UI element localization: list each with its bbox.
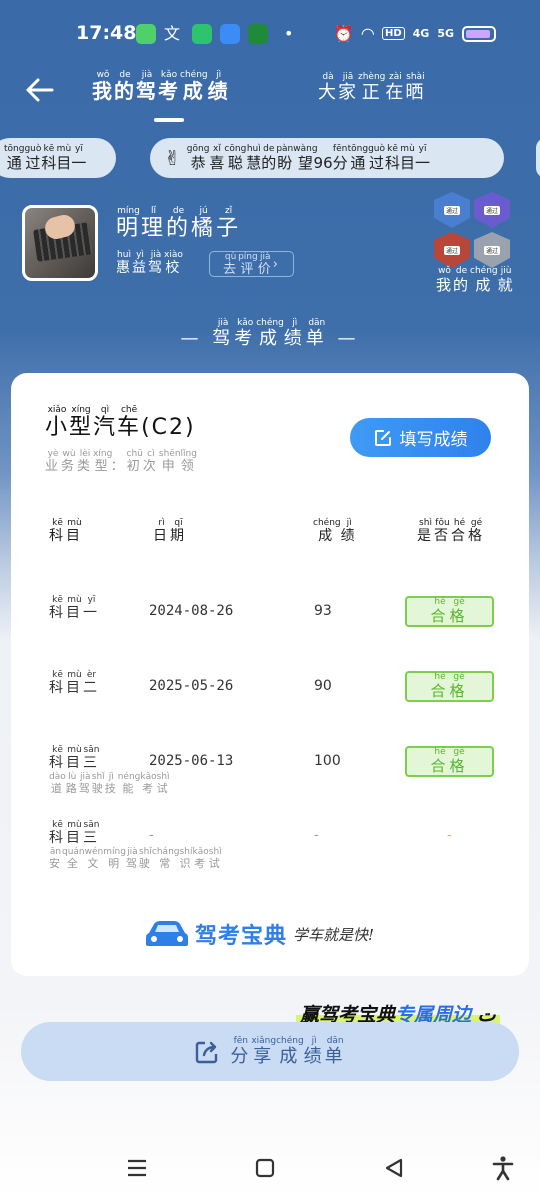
score-card: 小xiǎo型xíng汽qì车chē(C2) 业yè务wù类lèi型xíng：初c… xyxy=(11,373,529,976)
pass-badge: 合hé 格gé xyxy=(405,746,494,777)
pass-badge: 合hé 格gé xyxy=(405,596,494,627)
status-right: ⏰ ◠ HD 4G 5G xyxy=(334,24,496,43)
app-icon xyxy=(136,24,156,44)
back-icon[interactable] xyxy=(380,1154,408,1182)
row-score: 90 xyxy=(314,678,332,694)
signal-4g: 4G xyxy=(412,27,430,40)
fill-score-label: 填写成绩 xyxy=(399,430,468,450)
avatar[interactable] xyxy=(22,205,98,281)
fill-score-button[interactable]: 填写成绩 xyxy=(350,418,491,457)
row-subject: 科kē目mù二èr xyxy=(49,670,100,696)
app-icon xyxy=(220,24,240,44)
marquee-item: 通tōng 过guò 科kē 目mù 一yī xyxy=(0,138,116,178)
wifi-icon: ◠ xyxy=(361,24,374,43)
home-icon[interactable] xyxy=(251,1154,279,1182)
tab-my-scores[interactable]: 我wǒ的de驾jià考kǎo成chéng绩jì xyxy=(92,70,230,104)
vehicle-type: 小xiǎo型xíng汽qì车chē(C2) xyxy=(45,405,196,440)
row-subject: 科kē目mù三sān xyxy=(49,820,100,846)
status-time: 17:48 xyxy=(76,22,137,44)
dot-icon: • xyxy=(284,24,294,43)
battery-icon xyxy=(462,25,496,42)
hd-badge: HD xyxy=(381,27,405,40)
row-subject: 科kē目mù三sān xyxy=(49,745,100,771)
share-button[interactable]: 分fēn享xiǎng成chéng绩jì单dān xyxy=(21,1022,519,1081)
row-score: 100 xyxy=(314,753,341,769)
section-title: — 驾jià考kǎo成chéng绩jì单dān — xyxy=(180,318,360,349)
app-icon xyxy=(192,24,212,44)
achievement-badge-icon: 通过 xyxy=(474,232,510,268)
row-subject: 科kē目mù一yī xyxy=(49,595,100,621)
tab-everyone-sharing[interactable]: 大dà家jiā正zhèng在zài晒shài xyxy=(318,72,425,104)
status-bar: 17:48 文 • ⏰ ◠ HD 4G 5G xyxy=(0,0,540,70)
brand-slogan: 学车就是快! xyxy=(293,925,375,944)
achievement-label[interactable]: 我wǒ的de成chéng就jiù xyxy=(436,266,515,295)
share-label: 分fēn享xiǎng成chéng绩jì单dān xyxy=(230,1035,346,1067)
row-score: 93 xyxy=(314,603,332,619)
back-arrow-icon[interactable] xyxy=(22,72,58,108)
col-header-date: 日rì期qī xyxy=(153,518,187,544)
achievement-badge-icon: 通过 xyxy=(474,192,510,228)
achievement-badges[interactable]: 通过 通过 通过 通过 xyxy=(434,192,510,268)
app-icon xyxy=(248,24,268,44)
marquee-item xyxy=(536,138,540,178)
brand-logo: 驾考宝典 学车就是快! xyxy=(145,918,374,950)
pass-badge: 合hé 格gé xyxy=(405,671,494,702)
rate-button[interactable]: 去qù 评píng 价jià › xyxy=(209,251,294,277)
tab-indicator xyxy=(154,118,184,122)
menu-icon[interactable] xyxy=(123,1154,151,1182)
edit-icon xyxy=(374,429,391,446)
row-subject-detail: 安ān全quán文wén明míng驾jià驶shǐ常cháng识shí考kǎo试… xyxy=(49,847,222,870)
car-logo-icon xyxy=(146,921,188,946)
row-date: 2025-06-13 xyxy=(149,753,234,769)
alarm-icon: ⏰ xyxy=(333,24,354,43)
system-nav-bar xyxy=(0,1140,540,1200)
share-icon xyxy=(196,1041,218,1063)
pending-status: - xyxy=(447,828,452,843)
accessibility-icon[interactable] xyxy=(489,1154,517,1182)
col-header-subject: 科kē目mù xyxy=(49,518,83,544)
col-header-pass: 是shì否fǒu合hé格gé xyxy=(417,518,485,544)
signal-5g: 5G xyxy=(437,27,454,40)
row-date: 2025-05-26 xyxy=(149,678,234,694)
driving-school: 惠huì益yì驾jià校xiào xyxy=(116,250,183,276)
status-app-icons: 文 • xyxy=(136,24,293,44)
user-name: 明míng理lǐ的de橘jú子zǐ xyxy=(116,206,242,241)
row-score: - xyxy=(314,828,319,843)
achievement-badge-icon: 通过 xyxy=(434,192,470,228)
achievement-badge-icon: 通过 xyxy=(434,232,470,268)
victory-hand-icon: ✌ xyxy=(164,146,181,170)
col-header-score: 成chéng绩jì xyxy=(313,518,358,544)
business-type: 业yè务wù类lèi型xíng：初chū次cì申shēn领lǐng xyxy=(45,449,197,474)
app-icon: 文 xyxy=(164,24,181,43)
brand-name: 驾考宝典 xyxy=(195,924,288,949)
marquee-text: 恭gōng喜xǐ聪cōng慧huì的de盼pàn望wàng96分fēn通tōng… xyxy=(186,143,431,172)
row-date: 2024-08-26 xyxy=(149,603,234,619)
row-date: - xyxy=(149,828,154,843)
row-subject-detail: 道dào路lù驾jià驶shǐ技jì能néng考kǎo试shì xyxy=(49,772,170,795)
marquee-item: ✌ 恭gōng喜xǐ聪cōng慧huì的de盼pàn望wàng96分fēn通tō… xyxy=(150,138,504,178)
